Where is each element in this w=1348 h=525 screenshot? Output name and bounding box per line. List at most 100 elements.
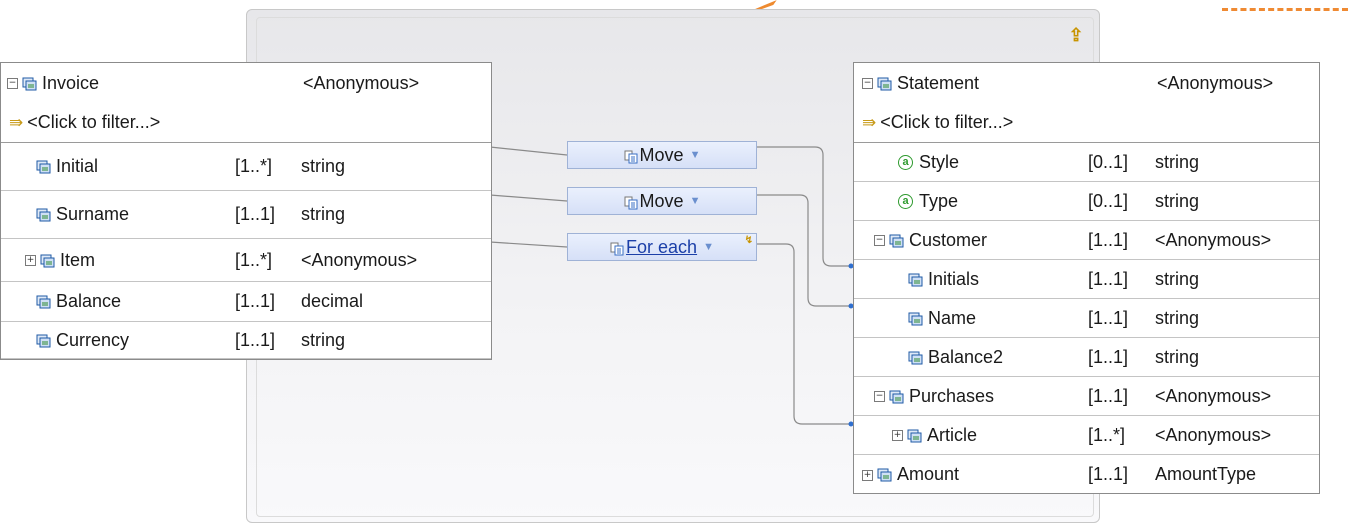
row-type: string xyxy=(301,204,346,224)
row-name: Surname xyxy=(56,204,130,224)
row-name: Item xyxy=(60,249,96,270)
element-icon xyxy=(877,76,893,92)
row-type: AmountType xyxy=(1155,464,1257,484)
row-cardinality: [1..1] xyxy=(1088,229,1129,250)
element-icon xyxy=(36,159,52,175)
element-icon xyxy=(877,467,893,483)
move-transform[interactable]: Move ▼ xyxy=(567,187,757,215)
collapse-icon[interactable]: − xyxy=(874,235,885,247)
target-header[interactable]: − Statement <Anonymous> xyxy=(854,63,1319,103)
element-icon xyxy=(22,76,38,92)
source-row[interactable]: + Item [1..*] <Anonymous> xyxy=(1,239,491,282)
source-tree-panel: − Invoice <Anonymous> ⇛ <Click to filter..… xyxy=(0,62,492,360)
source-header[interactable]: − Invoice <Anonymous> xyxy=(1,63,491,103)
document-icon xyxy=(624,148,638,164)
row-name: Purchases xyxy=(909,385,995,406)
for-each-transform[interactable]: For each ▼ ↯ xyxy=(567,233,757,261)
target-row[interactable]: + Article [1..*] <Anonymous> xyxy=(854,416,1319,455)
target-row[interactable]: + Amount [1..1] AmountType xyxy=(854,455,1319,494)
row-cardinality: [0..1] xyxy=(1088,190,1129,211)
row-type: <Anonymous> xyxy=(1155,424,1272,445)
wire-move-name xyxy=(757,194,851,307)
row-name: Article xyxy=(927,424,978,445)
source-row[interactable]: Surname [1..1] string xyxy=(1,191,491,239)
expand-icon[interactable]: + xyxy=(892,430,903,442)
row-type: <Anonymous> xyxy=(1155,229,1272,250)
target-row[interactable]: Name [1..1] string xyxy=(854,299,1319,338)
move-transform[interactable]: Move ▼ xyxy=(567,141,757,169)
expand-icon[interactable]: + xyxy=(25,255,36,267)
element-icon xyxy=(40,253,56,269)
row-name: Customer xyxy=(909,229,988,250)
element-icon xyxy=(36,333,52,349)
row-name: Initial xyxy=(56,156,99,176)
nested-map-icon[interactable]: ↯ xyxy=(745,235,753,246)
source-root-type: <Anonymous> xyxy=(303,72,420,93)
filter-icon: ⇛ xyxy=(862,113,877,132)
source-row[interactable]: Initial [1..*] string xyxy=(1,143,491,191)
target-root-type: <Anonymous> xyxy=(1157,72,1274,93)
document-icon xyxy=(610,240,624,256)
attribute-icon: a xyxy=(898,155,913,171)
row-type: string xyxy=(1155,151,1200,172)
row-cardinality: [1..1] xyxy=(1088,268,1129,289)
row-type: <Anonymous> xyxy=(1155,385,1272,406)
target-filter-row[interactable]: ⇛ <Click to filter...> xyxy=(854,103,1319,143)
collapse-icon[interactable]: − xyxy=(7,78,18,90)
row-type: string xyxy=(301,329,346,350)
element-icon xyxy=(908,272,924,288)
element-icon xyxy=(36,294,52,310)
dropdown-icon[interactable]: ▼ xyxy=(690,195,701,207)
row-type: string xyxy=(301,156,346,176)
row-cardinality: [1..1] xyxy=(1088,346,1129,367)
source-filter-row[interactable]: ⇛ <Click to filter...> xyxy=(1,103,491,143)
row-cardinality: [1..1] xyxy=(1088,464,1129,484)
for-each-link[interactable]: For each xyxy=(626,237,697,258)
target-row[interactable]: Balance2 [1..1] string xyxy=(854,338,1319,377)
dropdown-icon[interactable]: ▼ xyxy=(690,149,701,161)
row-type: string xyxy=(1155,307,1200,328)
target-row[interactable]: a Style [0..1] string xyxy=(854,143,1319,182)
target-row[interactable]: a Type [0..1] string xyxy=(854,182,1319,221)
element-icon xyxy=(907,428,923,444)
wire-foreach-purchases xyxy=(757,243,851,425)
target-row[interactable]: Initials [1..1] string xyxy=(854,260,1319,299)
row-cardinality: [1..*] xyxy=(235,156,273,176)
document-icon xyxy=(624,194,638,210)
source-root-name: Invoice xyxy=(42,72,100,93)
row-name: Amount xyxy=(897,464,960,484)
target-root-name: Statement xyxy=(897,72,980,93)
target-row[interactable]: − Customer [1..1] <Anonymous> xyxy=(854,221,1319,260)
target-row[interactable]: − Purchases [1..1] <Anonymous> xyxy=(854,377,1319,416)
row-cardinality: [1..1] xyxy=(1088,307,1129,328)
element-icon xyxy=(908,350,924,366)
source-row[interactable]: Currency [1..1] string xyxy=(1,322,491,359)
source-filter-label: <Click to filter...> xyxy=(27,112,161,132)
element-icon xyxy=(36,207,52,223)
wire-move-initials xyxy=(757,146,851,267)
row-name: Initials xyxy=(928,268,980,289)
row-cardinality: [1..1] xyxy=(235,329,276,350)
transform-label: Move xyxy=(639,144,684,165)
element-icon xyxy=(889,389,905,405)
wire-surname-move xyxy=(489,194,568,202)
row-type: string xyxy=(1155,268,1200,289)
source-row[interactable]: Balance [1..1] decimal xyxy=(1,282,491,322)
wire-initial-move xyxy=(489,146,568,156)
row-type: string xyxy=(1155,190,1200,211)
element-icon xyxy=(889,233,905,249)
row-name: Balance xyxy=(56,291,122,311)
element-icon xyxy=(908,311,924,327)
row-name: Balance2 xyxy=(928,346,1004,367)
row-name: Name xyxy=(928,307,977,328)
expand-icon[interactable]: + xyxy=(862,469,873,481)
collapse-icon[interactable]: − xyxy=(874,391,885,403)
wire-item-foreach xyxy=(489,241,568,248)
row-cardinality: [1..1] xyxy=(235,291,276,311)
row-cardinality: [1..*] xyxy=(235,249,273,270)
row-type: decimal xyxy=(301,291,364,311)
row-cardinality: [1..1] xyxy=(1088,385,1129,406)
dropdown-icon[interactable]: ▼ xyxy=(703,241,714,253)
row-cardinality: [1..1] xyxy=(235,204,276,224)
collapse-icon[interactable]: − xyxy=(862,78,873,90)
